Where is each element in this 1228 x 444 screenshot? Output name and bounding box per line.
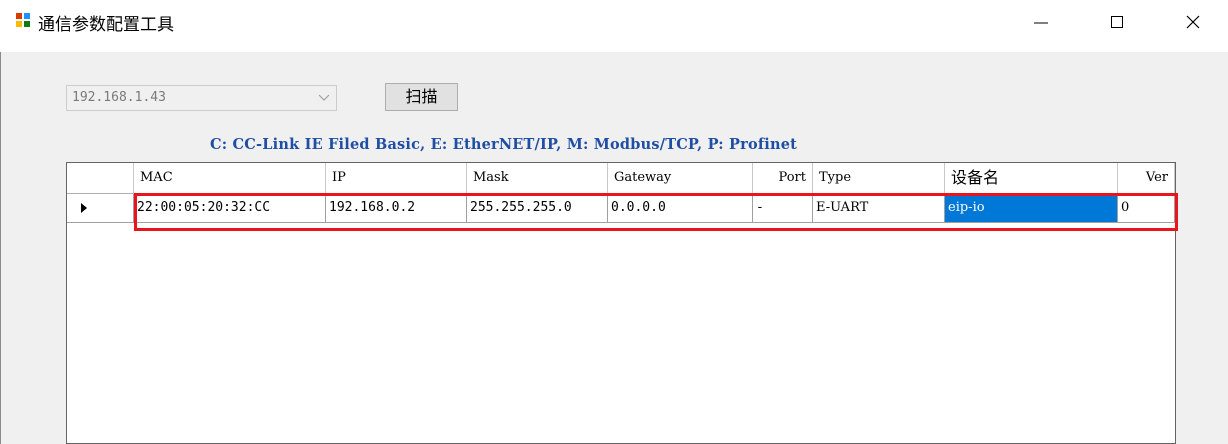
row-header-column	[67, 163, 134, 194]
cell-gateway[interactable]: 0.0.0.0	[608, 194, 753, 223]
row-selector[interactable]	[67, 194, 134, 223]
column-header-device-name[interactable]: 设备名	[945, 163, 1118, 194]
column-header-type[interactable]: Type	[813, 163, 945, 194]
column-header-ip[interactable]: IP	[326, 163, 467, 194]
ip-select[interactable]: 192.168.1.43	[66, 85, 337, 111]
maximize-icon	[1111, 16, 1123, 28]
cell-port[interactable]: -	[753, 194, 813, 223]
app-grid-icon	[16, 13, 31, 28]
close-icon	[1186, 15, 1200, 29]
scan-button[interactable]: 扫描	[385, 83, 458, 111]
current-row-arrow-icon	[81, 203, 87, 213]
cell-mask[interactable]: 255.255.255.0	[467, 194, 608, 223]
cell-type[interactable]: E-UART	[813, 194, 945, 223]
column-header-gateway[interactable]: Gateway	[608, 163, 753, 194]
close-button[interactable]	[1170, 0, 1216, 44]
protocol-legend: C: CC-Link IE Filed Basic, E: EtherNET/I…	[210, 136, 798, 153]
maximize-button[interactable]	[1094, 0, 1140, 44]
title-bar: 通信参数配置工具	[0, 0, 1228, 52]
column-header-ver[interactable]: Ver	[1118, 163, 1175, 194]
cell-device-name[interactable]: eip-io	[945, 194, 1118, 223]
chevron-down-icon	[318, 94, 330, 101]
cell-ip[interactable]: 192.168.0.2	[326, 194, 467, 223]
device-table[interactable]: MAC IP Mask Gateway Port Type 设备名 Ver 22…	[66, 162, 1176, 444]
cell-mac[interactable]: 22:00:05:20:32:CC	[134, 194, 326, 223]
column-header-mask[interactable]: Mask	[467, 163, 608, 194]
column-header-mac[interactable]: MAC	[134, 163, 326, 194]
ip-select-value: 192.168.1.43	[72, 90, 166, 105]
window-title: 通信参数配置工具	[38, 15, 174, 35]
minimize-icon	[1034, 22, 1048, 24]
minimize-button[interactable]	[1018, 0, 1064, 44]
column-header-port[interactable]: Port	[753, 163, 813, 194]
cell-ver[interactable]: 0	[1118, 194, 1175, 223]
